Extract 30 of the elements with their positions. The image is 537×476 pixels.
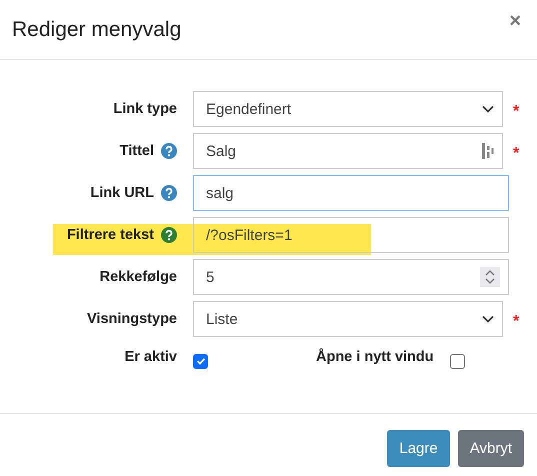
checkbox-label: Er aktiv <box>124 349 177 365</box>
help-icon[interactable] <box>161 143 177 159</box>
dialog-title: Rediger menyvalg <box>12 18 182 42</box>
close-button[interactable]: × <box>507 10 523 33</box>
chevron-down-icon <box>482 315 494 323</box>
checkbox-label: Åpne i nytt vindu <box>316 349 434 365</box>
help-icon[interactable] <box>161 227 177 243</box>
field-label: Link type <box>113 101 177 117</box>
required-mark: * <box>513 103 520 121</box>
field-label: Filtrere tekst <box>66 227 154 243</box>
number-field[interactable]: 5 <box>193 259 509 295</box>
field-label: Rekkefølge <box>100 269 177 285</box>
field-label: Tittel <box>120 143 154 159</box>
cancel-button[interactable]: Avbryt <box>458 430 524 467</box>
field-label: Visningstype <box>87 311 177 327</box>
text-field[interactable]: /?osFilters=1 <box>193 217 509 253</box>
help-icon[interactable] <box>161 185 177 201</box>
autofill-icon[interactable] <box>482 143 494 159</box>
field-label: Link URL <box>90 185 154 201</box>
select-field[interactable]: Liste <box>193 301 503 337</box>
checkbox[interactable] <box>450 354 465 368</box>
select-field[interactable]: Egendefinert <box>193 91 503 127</box>
text-field[interactable]: salg <box>193 175 509 211</box>
required-mark: * <box>513 145 520 163</box>
spinner-icon[interactable] <box>480 267 500 287</box>
text-field[interactable]: Salg <box>193 133 503 169</box>
chevron-down-icon <box>482 105 494 113</box>
checkbox[interactable] <box>193 354 208 368</box>
save-button[interactable]: Lagre <box>387 430 450 467</box>
required-mark: * <box>513 313 520 331</box>
